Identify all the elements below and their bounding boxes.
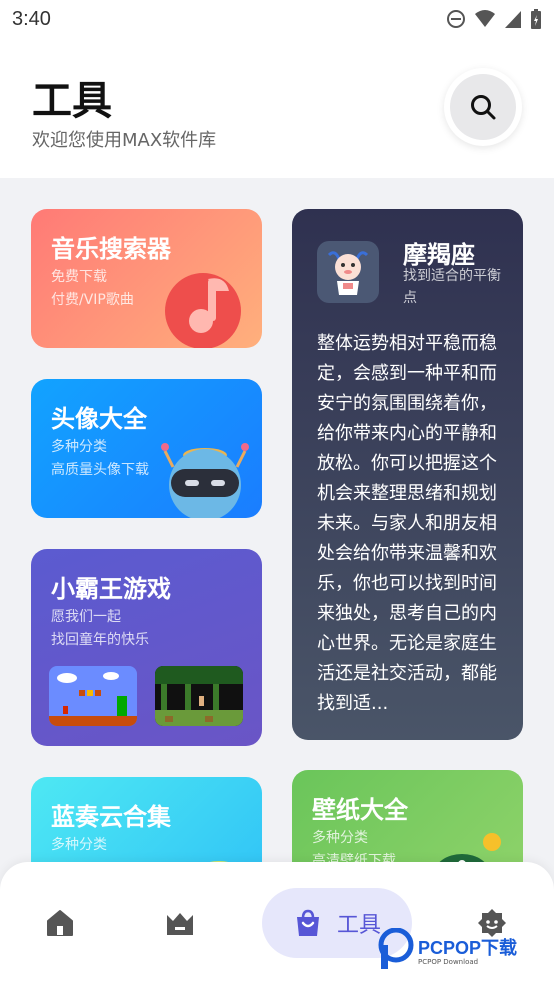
home-icon xyxy=(47,910,73,936)
capricorn-avatar xyxy=(317,241,379,303)
gamepad-icon xyxy=(167,913,193,935)
page-header: 工具 欢迎您使用MAX软件库 xyxy=(0,38,554,178)
shopping-bag-icon xyxy=(296,909,319,936)
wifi-icon xyxy=(475,10,495,27)
card-subtitle-line2: 找回童年的快乐 xyxy=(51,632,149,648)
card-title: 蓝奏云合集 xyxy=(51,803,171,831)
signal-icon xyxy=(505,11,521,28)
search-button-inner[interactable] xyxy=(450,74,516,140)
retro-game-card[interactable]: 小霸王游戏 愿我们一起 找回童年的快乐 xyxy=(31,549,262,746)
music-search-card[interactable]: 音乐搜索器 免费下载 付费/VIP歌曲 xyxy=(31,209,262,348)
card-subtitle-line2: 付费/VIP歌曲 xyxy=(51,292,134,308)
search-button[interactable] xyxy=(444,68,522,146)
status-time: 3:40 xyxy=(12,7,51,30)
search-icon xyxy=(471,95,496,120)
tab-games[interactable] xyxy=(150,888,210,958)
watermark-logo: PCPOP下载 PCPOP Download xyxy=(378,928,554,972)
card-subtitle-line1: 愿我们一起 xyxy=(51,609,121,625)
pcpop-logo-icon xyxy=(378,928,414,969)
page-subtitle: 欢迎您使用MAX软件库 xyxy=(32,130,217,151)
game-screenshot-contra xyxy=(155,666,243,726)
battery-icon xyxy=(531,9,541,29)
card-title: 壁纸大全 xyxy=(312,796,408,824)
game-screenshot-mario xyxy=(49,666,137,726)
robot-avatar-icon xyxy=(161,443,249,518)
contra-scene-image xyxy=(155,666,243,726)
card-subtitle-line1: 多种分类 xyxy=(51,439,107,455)
card-subtitle-line1: 多种分类 xyxy=(312,830,368,846)
tab-tools-label: 工具 xyxy=(336,913,381,938)
card-title: 头像大全 xyxy=(51,405,147,433)
do-not-disturb-icon xyxy=(447,10,465,28)
card-subtitle-line2: 高质量头像下载 xyxy=(51,462,149,478)
card-title: 音乐搜索器 xyxy=(51,235,171,263)
status-bar: 3:40 xyxy=(0,0,554,38)
page-title: 工具 xyxy=(32,78,112,124)
horoscope-description: 整体运势相对平稳而稳定，会感到一种平和而安宁的氛围围绕着你，给你带来内心的平静和… xyxy=(317,333,497,714)
card-subtitle-line1: 免费下载 xyxy=(51,269,107,285)
horoscope-card[interactable]: 摩羯座 找到适合的平衡点 整体运势相对平稳而稳定，会感到一种平和而安宁的氛围围绕… xyxy=(292,209,523,740)
mario-scene-image xyxy=(49,666,137,726)
watermark-brand: PCPOP下载 xyxy=(418,938,518,958)
tab-home[interactable] xyxy=(30,888,90,958)
horoscope-subtitle: 找到适合的平衡点 xyxy=(403,268,501,306)
watermark-small-text: PCPOP Download xyxy=(418,958,479,966)
card-subtitle-line1: 多种分类 xyxy=(51,837,107,853)
avatar-collection-card[interactable]: 头像大全 多种分类 高质量头像下载 xyxy=(31,379,262,518)
capricorn-icon xyxy=(327,251,369,295)
card-title: 小霸王游戏 xyxy=(51,575,171,603)
status-icons xyxy=(446,8,542,30)
music-note-icon xyxy=(165,273,241,348)
